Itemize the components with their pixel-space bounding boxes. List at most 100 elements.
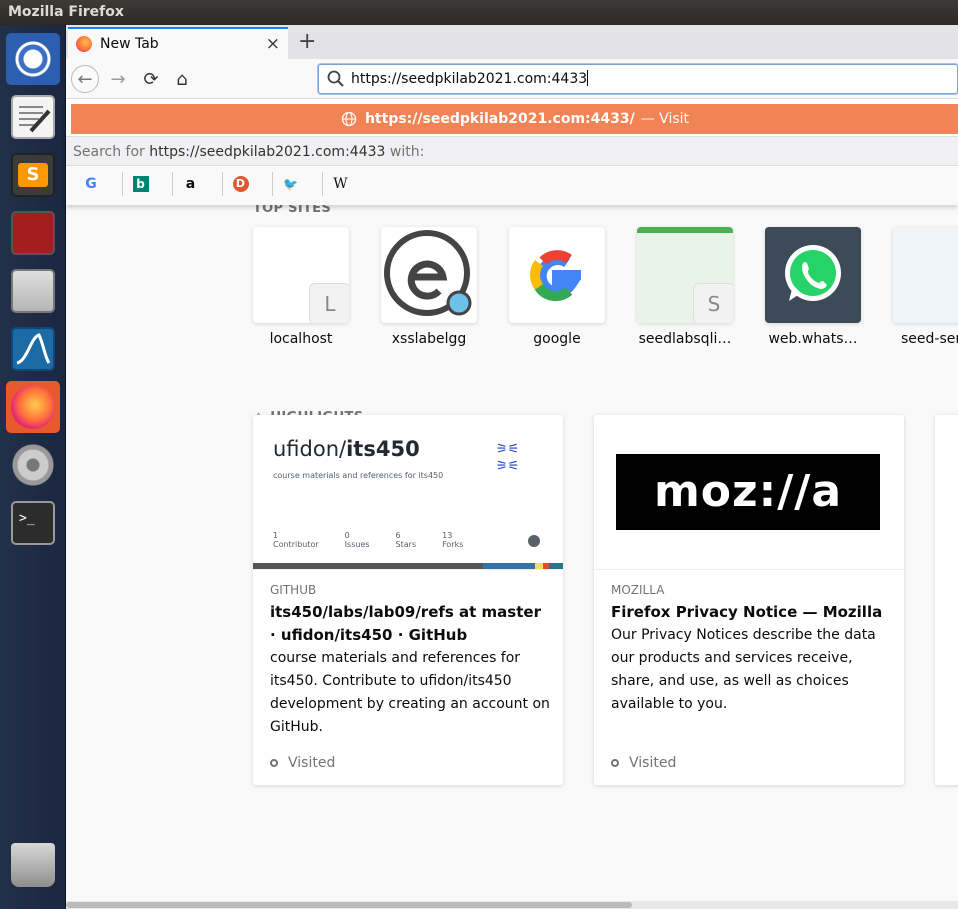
status-label: Visited: [288, 755, 336, 771]
settings-gear-icon: [11, 443, 55, 487]
stat-forks: 13 Forks: [442, 531, 464, 549]
card-source: GITHUB: [270, 583, 317, 597]
thumbnail-header-bar: [637, 227, 733, 233]
wireshark-launcher[interactable]: [6, 323, 60, 375]
scrollbar-thumb[interactable]: [66, 902, 632, 908]
terminal-launcher[interactable]: >_: [6, 497, 60, 549]
close-tab-icon[interactable]: ×: [266, 34, 280, 54]
top-site-google[interactable]: google: [509, 227, 605, 347]
site-label: seedlabsqli…: [638, 331, 732, 347]
site-letter-badge: S: [693, 283, 733, 323]
file-manager-launcher[interactable]: [6, 265, 60, 317]
duckduckgo-engine-button[interactable]: D: [222, 172, 258, 196]
dash-home-button[interactable]: [6, 33, 60, 85]
repo-owner: ufidon/: [273, 437, 347, 461]
horizontal-scrollbar[interactable]: [66, 901, 958, 909]
firefox-icon: [11, 385, 55, 429]
site-thumbnail: [765, 227, 861, 323]
globe-icon: [341, 111, 357, 127]
navigation-toolbar: ← → ⟳ ⌂ https://seedpkilab2021.com:4433: [66, 59, 958, 99]
elgg-logo-icon: [384, 230, 472, 316]
google-icon: G: [85, 176, 97, 192]
firefox-launcher[interactable]: [6, 381, 60, 433]
card-title: Firefox Privacy Notice — Mozilla: [611, 603, 883, 621]
back-button[interactable]: ←: [71, 65, 99, 93]
text-editor-launcher[interactable]: [6, 91, 60, 143]
site-thumbnail: [893, 227, 958, 323]
firefox-window: New Tab × + ← → ⟳ ⌂ https://seedpkilab20…: [66, 25, 958, 909]
amazon-icon: a: [185, 176, 196, 192]
search-prefix: Search for: [73, 144, 145, 160]
file-cabinet-icon: [11, 269, 55, 313]
highlight-card-mozilla[interactable]: moz://a MOZILLA Firefox Privacy Notice —…: [594, 415, 904, 785]
tab-new-tab[interactable]: New Tab ×: [68, 27, 288, 59]
forward-button[interactable]: →: [104, 65, 132, 93]
window-title: Mozilla Firefox: [0, 0, 958, 25]
card-preview-image: ufidon/its450 course materials and refer…: [253, 415, 563, 570]
card-status: Visited: [270, 755, 335, 771]
site-label: google: [533, 331, 581, 347]
one-off-search-engines: G b a D 🐦 W: [66, 166, 958, 205]
trash-launcher[interactable]: [6, 839, 60, 891]
site-label: localhost: [269, 331, 333, 347]
system-settings-launcher[interactable]: [6, 439, 60, 491]
repo-description: course materials and references for its4…: [273, 471, 444, 480]
twitter-engine-button[interactable]: 🐦: [272, 172, 308, 196]
wireshark-fin-icon: [11, 327, 55, 371]
new-tab-page: TOP SITES L localhost xsslabelgg google: [66, 205, 958, 901]
url-autocomplete-popup: https://seedpkilab2021.com:4433/ — Visit…: [66, 99, 958, 205]
stat-stars: 6 Stars: [395, 531, 417, 549]
duckduckgo-icon: D: [232, 176, 249, 192]
site-label: xsslabelgg: [391, 331, 467, 347]
firefox-favicon-icon: [76, 36, 92, 52]
top-site-xsslabelgg[interactable]: xsslabelgg: [381, 227, 477, 347]
top-site-seedlabsqli[interactable]: S seedlabsqli…: [637, 227, 733, 347]
top-site-seed-server[interactable]: seed-ser: [893, 227, 958, 347]
highlight-card-partial[interactable]: [935, 415, 958, 785]
google-engine-button[interactable]: G: [76, 172, 106, 196]
home-button[interactable]: ⌂: [168, 65, 196, 93]
card-description: course materials and references for its4…: [270, 650, 550, 735]
site-thumbnail: S: [637, 227, 733, 323]
wikipedia-engine-button[interactable]: W: [322, 172, 358, 196]
terminal-icon: >_: [11, 501, 55, 545]
trash-icon: [11, 843, 55, 887]
reload-button[interactable]: ⟳: [137, 65, 165, 93]
top-site-localhost[interactable]: L localhost: [253, 227, 349, 347]
site-thumbnail: [381, 227, 477, 323]
repo-name: its450: [346, 437, 420, 461]
whatsapp-logo-icon: [785, 245, 841, 301]
site-thumbnail: [509, 227, 605, 323]
url-bar[interactable]: https://seedpkilab2021.com:4433: [318, 64, 958, 94]
top-site-whatsapp[interactable]: web.whats…: [765, 227, 861, 347]
card-preview-image: moz://a: [594, 415, 904, 570]
mozilla-logo: moz://a: [616, 454, 880, 530]
site-thumbnail: L: [253, 227, 349, 323]
github-octocat-icon: [528, 535, 540, 547]
bing-engine-button[interactable]: b: [122, 172, 158, 196]
card-source: MOZILLA: [611, 583, 665, 597]
visit-suggestion[interactable]: https://seedpkilab2021.com:4433/ — Visit: [71, 104, 958, 134]
top-sites-heading: TOP SITES: [253, 205, 331, 216]
repo-stats: 1 Contributor 0 Issues 6 Stars 13 Forks: [273, 531, 463, 549]
search-query: https://seedpkilab2021.com:4433: [149, 144, 386, 160]
google-logo-icon: [530, 250, 581, 302]
highlight-card-github[interactable]: ufidon/its450 course materials and refer…: [253, 415, 563, 785]
site-label: seed-ser: [901, 331, 958, 347]
site-label: web.whats…: [768, 331, 858, 347]
visit-url: https://seedpkilab2021.com:4433/: [364, 111, 635, 127]
visited-dot-icon: [611, 759, 619, 767]
card-description: Our Privacy Notices describe the data ou…: [611, 627, 876, 712]
twitter-icon: 🐦: [283, 177, 298, 191]
new-tab-button[interactable]: +: [298, 29, 316, 54]
sublime-text-launcher[interactable]: S: [6, 149, 60, 201]
tab-strip: New Tab × +: [66, 25, 958, 59]
search-for-row: Search for https://seedpkilab2021.com:44…: [66, 136, 958, 166]
wikipedia-icon: W: [333, 176, 348, 192]
language-bar: [253, 563, 563, 569]
amazon-engine-button[interactable]: a: [172, 172, 208, 196]
owner-avatar-icon: ⚞⚟ ⚞⚟: [496, 442, 520, 474]
system-monitor-launcher[interactable]: [6, 207, 60, 259]
url-input-value[interactable]: https://seedpkilab2021.com:4433: [351, 71, 587, 87]
sublime-text-icon: S: [11, 153, 55, 197]
